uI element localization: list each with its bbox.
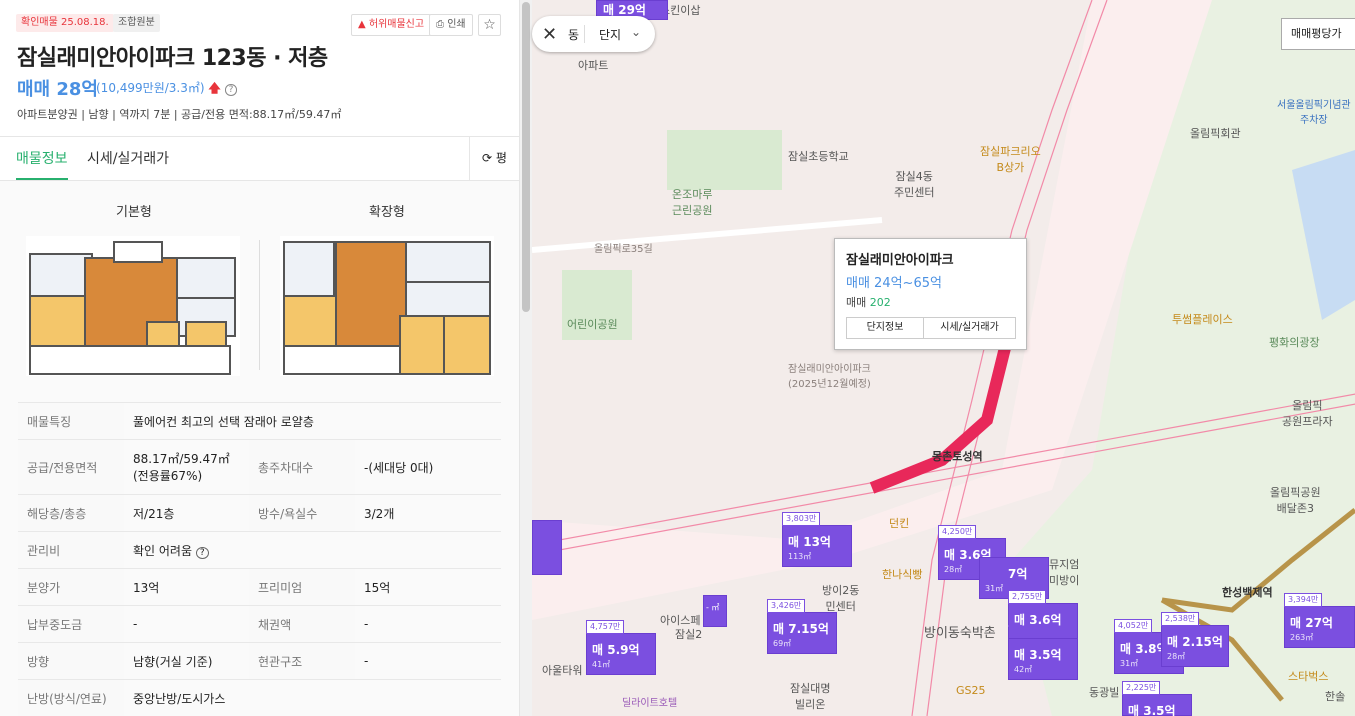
complex-market-button[interactable]: 시세/실거래가 <box>923 317 1016 339</box>
complex-info-popup: 잠실래미안아이파크 매매 24억~65억 매매 202 단지정보 시세/실거래가 <box>834 238 1027 350</box>
divider <box>259 240 260 370</box>
map-label-olympic-plaza: 올림픽 공원프라자 <box>1282 399 1333 428</box>
map-label-twosome: 투썸플레이스 <box>1172 313 1233 326</box>
map-label-jamsil4: 잠실4동 주민센터 <box>894 170 935 199</box>
price-per-area: (10,499만원/3.3㎡) 🡅 ? <box>96 79 238 100</box>
map-label-hansung-station: 한성백제역 <box>1222 586 1273 599</box>
map-label-mongchon-station: 몽촌토성역 <box>932 450 983 463</box>
chevron-down-icon: ⌄ <box>631 25 642 39</box>
map-label-apt: 아파트 <box>578 59 609 72</box>
table-row: 납부중도금 - 채권액 - <box>18 605 501 643</box>
tab-listing-info[interactable]: 매물정보 <box>16 148 68 168</box>
map-label-road-35: 올림픽로35길 <box>594 244 653 255</box>
floorplan-extended-label: 확장형 <box>369 205 405 220</box>
map-price-marker[interactable]: 2,225만 매 3.5억 <box>1122 681 1192 716</box>
map-label-bangi-village: 방이동숙박촌 <box>924 626 996 641</box>
help-icon[interactable]: ? <box>195 546 209 559</box>
siren-icon: ▲ <box>358 19 369 30</box>
map-view[interactable]: 스킨이삽 아파트 잠실초등학교 잠실4동 주민센터 잠실파크리오 B상가 온조마… <box>532 0 1355 716</box>
map-label-hanacil: 한나식빵 <box>882 568 923 581</box>
floorplan-basic-image[interactable] <box>26 236 240 376</box>
listing-title: 잠실래미안아이파크 123동 · 저층 <box>17 46 328 71</box>
map-label-onjo-park: 온조마루 근린공원 <box>672 188 713 217</box>
table-row: 관리비 확인 어려움 ? <box>18 531 501 569</box>
refresh-icon: ⟳ <box>482 151 493 165</box>
table-row: 분양가 13억 프리미엄 15억 <box>18 568 501 606</box>
map-label-dunkin: 던킨 <box>889 517 910 530</box>
listing-price: 매매 28억 <box>17 79 98 100</box>
map-price-marker-partial[interactable] <box>532 520 562 575</box>
report-button[interactable]: ▲ 허위매물신고 <box>351 14 432 36</box>
map-base <box>532 0 1355 716</box>
unit-toggle-button[interactable]: ⟳ 평 <box>469 136 519 181</box>
popup-price-range: 매매 24억~65억 <box>846 276 942 291</box>
table-row: 매물특징 풀에어컨 최고의 선택 잠래아 로얄층 <box>18 402 501 440</box>
region-filter-partial[interactable]: 동 <box>568 26 579 43</box>
map-label-starbucks: 스타벅스 <box>1288 670 1329 683</box>
table-row: 방향 남향(거실 기준) 현관구조 - <box>18 642 501 680</box>
up-arrow-icon: 🡅 <box>208 81 221 95</box>
map-label-musicum: 뮤지엄 미방이 <box>1049 558 1080 587</box>
popup-title: 잠실래미안아이파크 <box>846 253 954 268</box>
favorite-star-icon[interactable]: ☆ <box>478 14 501 36</box>
help-icon[interactable]: ? <box>224 84 238 96</box>
floorplan-basic-label: 기본형 <box>116 205 152 220</box>
map-label-jamsil2: 잠실2 <box>675 628 703 641</box>
print-button[interactable]: ⎙ 인쇄 <box>429 14 473 36</box>
map-label-olympic-hall: 올림픽회관 <box>1190 127 1241 140</box>
map-price-marker[interactable]: 2,538만 매 2.15억 28㎡ <box>1161 612 1229 667</box>
complex-filter[interactable]: 단지 <box>599 26 621 43</box>
map-label-alwater: 아울타워 <box>542 664 583 677</box>
map-label-peace-square: 평화의광장 <box>1269 336 1320 349</box>
map-label-dongkwang: 동광빌 <box>1089 686 1120 699</box>
map-price-marker-small[interactable]: - ㎡ <box>703 595 727 627</box>
map-label-delight: 딜라이트호텔 <box>622 698 678 709</box>
divider <box>0 136 519 137</box>
map-label-bangi2: 방이2동 민센터 <box>822 584 860 613</box>
map-price-marker[interactable]: 3,803만 매 13억 113㎡ <box>782 512 852 567</box>
listing-summary: 아파트분양권 | 남향 | 역까지 7분 | 공급/전용 면적:88.17㎡/5… <box>17 108 342 121</box>
confirm-badge: 확인매물 25.08.18. <box>16 14 114 32</box>
map-label-kids-park: 어린이공원 <box>567 318 618 331</box>
popup-count: 매매 202 <box>846 296 891 309</box>
map-label-school: 잠실초등학교 <box>788 150 849 163</box>
scrollbar-thumb[interactable] <box>522 2 530 312</box>
map-label-baedal: 올림픽공원 배달존3 <box>1270 486 1321 515</box>
table-row: 난방(방식/연료) 중앙난방/도시가스 <box>18 679 501 716</box>
listing-detail-panel: 확인매물 25.08.18. 조합원분 ▲ 허위매물신고 ⎙ 인쇄 ☆ 잠실래미… <box>0 0 519 716</box>
map-label-park-b: 잠실파크리오 B상가 <box>980 145 1041 174</box>
map-price-marker[interactable]: 3,394만 매 27억 263㎡ <box>1284 593 1355 648</box>
floorplan-extended-image[interactable] <box>280 236 494 376</box>
map-label-jamsil-villa: 잠실대명 빌리온 <box>790 682 831 711</box>
map-price-marker[interactable]: 4,757만 매 5.9억 41㎡ <box>586 620 656 675</box>
map-label-olympic-parking: 서울올림픽기념관 주차장 <box>1277 100 1351 126</box>
close-icon[interactable]: ✕ <box>542 24 557 45</box>
complex-info-button[interactable]: 단지정보 <box>846 317 924 339</box>
tab-market-price[interactable]: 시세/실거래가 <box>87 148 169 168</box>
map-label-gs25: GS25 <box>956 684 986 697</box>
map-price-marker[interactable]: 2,755만 매 3.6억 <box>1008 590 1078 641</box>
divider <box>584 25 585 43</box>
map-price-marker[interactable]: 매 3.5억 42㎡ <box>1008 625 1078 680</box>
table-row: 공급/전용면적 88.17㎡/59.47㎡(전용률67%) 총주차대수 -(세대당 0… <box>18 439 501 495</box>
map-label-hansu: 한솔 <box>1325 690 1346 703</box>
table-row: 해당층/총층 저/21층 방수/욕실수 3/2개 <box>18 494 501 532</box>
map-search-bar[interactable]: ✕ 동 단지 ⌄ <box>532 16 655 52</box>
map-label-jamsil-raemian: 잠실래미안아이파크 (2025년12월예정) <box>788 364 871 390</box>
listing-details-table: 매물특징 풀에어컨 최고의 선택 잠래아 로얄층 공급/전용면적 88.17㎡/59… <box>18 402 501 716</box>
print-icon: ⎙ <box>436 19 448 30</box>
map-price-marker[interactable]: 3,426만 매 7.15억 69㎡ <box>767 599 837 654</box>
price-per-pyeong-toggle[interactable]: 매매평당가 <box>1281 18 1355 50</box>
source-badge: 조합원분 <box>113 14 160 32</box>
